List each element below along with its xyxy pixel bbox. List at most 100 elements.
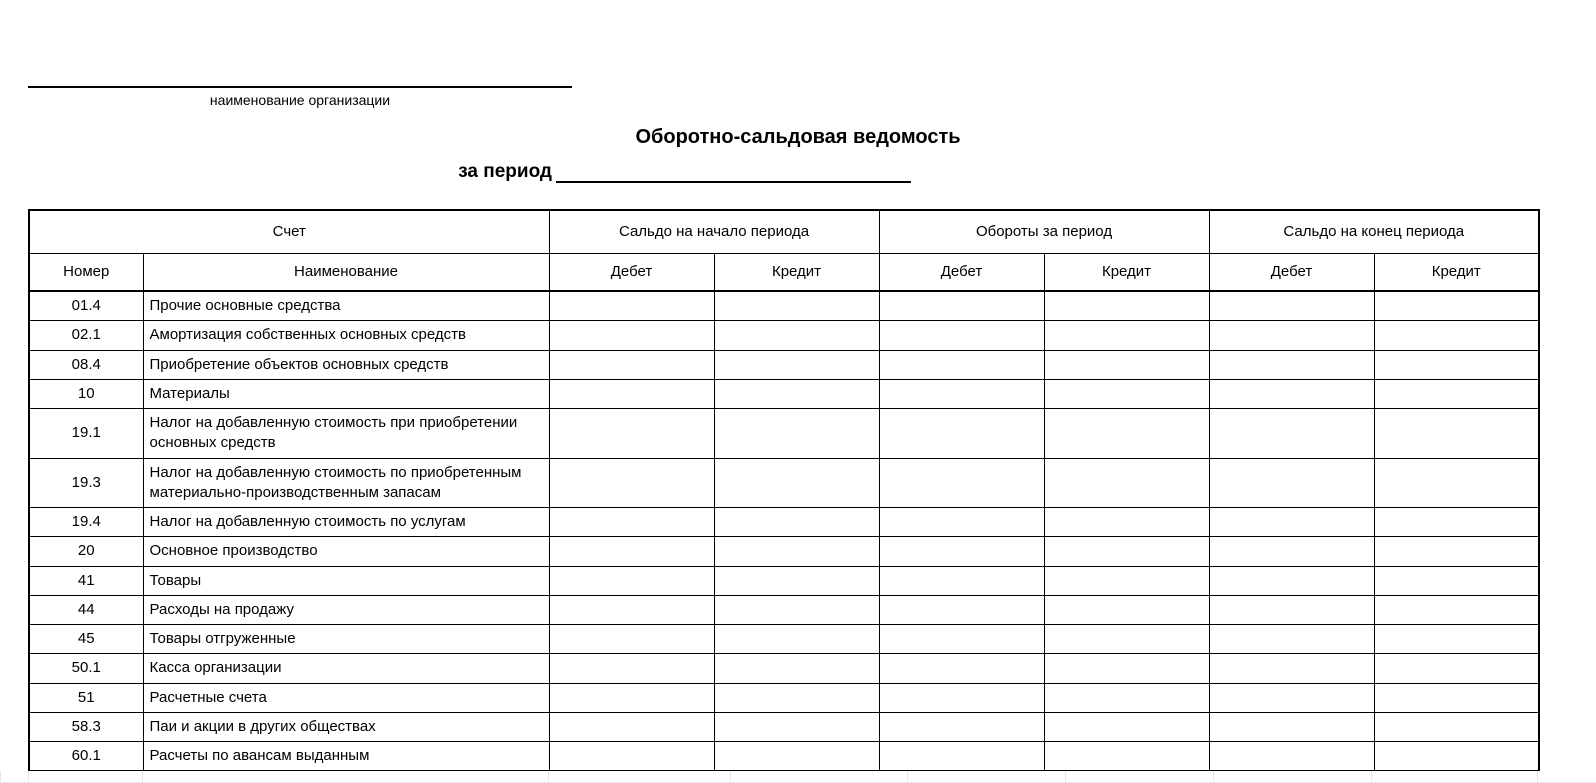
cell-value[interactable]: [1209, 712, 1374, 741]
cell-value[interactable]: [549, 683, 714, 712]
cell-value[interactable]: [1209, 409, 1374, 459]
cell-value[interactable]: [879, 350, 1044, 379]
cell-value[interactable]: [549, 508, 714, 537]
cell-value[interactable]: [879, 683, 1044, 712]
cell-value[interactable]: [1044, 321, 1209, 350]
cell-value[interactable]: [714, 409, 879, 459]
cell-account-name[interactable]: Налог на добавленную стоимость по приобр…: [143, 458, 549, 508]
cell-account-name[interactable]: Приобретение объектов основных средств: [143, 350, 549, 379]
cell-value[interactable]: [549, 409, 714, 459]
cell-value[interactable]: [1209, 654, 1374, 683]
cell-value[interactable]: [549, 350, 714, 379]
cell-value[interactable]: [714, 350, 879, 379]
cell-value[interactable]: [1209, 537, 1374, 566]
cell-value[interactable]: [1209, 350, 1374, 379]
cell-value[interactable]: [1374, 508, 1539, 537]
cell-value[interactable]: [714, 712, 879, 741]
cell-value[interactable]: [879, 595, 1044, 624]
cell-account-number[interactable]: 58.3: [29, 712, 143, 741]
cell-value[interactable]: [879, 291, 1044, 321]
cell-account-number[interactable]: 45: [29, 625, 143, 654]
cell-value[interactable]: [714, 595, 879, 624]
cell-value[interactable]: [549, 654, 714, 683]
cell-value[interactable]: [1044, 379, 1209, 408]
cell-value[interactable]: [549, 321, 714, 350]
cell-account-number[interactable]: 10: [29, 379, 143, 408]
cell-account-name[interactable]: Основное производство: [143, 537, 549, 566]
cell-account-name[interactable]: Налог на добавленную стоимость по услуга…: [143, 508, 549, 537]
cell-value[interactable]: [879, 566, 1044, 595]
cell-value[interactable]: [1374, 683, 1539, 712]
cell-value[interactable]: [1374, 742, 1539, 771]
cell-value[interactable]: [1374, 409, 1539, 459]
organization-name-field[interactable]: [28, 0, 572, 88]
cell-value[interactable]: [1209, 625, 1374, 654]
cell-value[interactable]: [879, 625, 1044, 654]
cell-value[interactable]: [1044, 458, 1209, 508]
cell-value[interactable]: [1374, 654, 1539, 683]
cell-account-name[interactable]: Расходы на продажу: [143, 595, 549, 624]
cell-value[interactable]: [1044, 595, 1209, 624]
cell-value[interactable]: [1044, 409, 1209, 459]
cell-value[interactable]: [1209, 379, 1374, 408]
cell-account-number[interactable]: 08.4: [29, 350, 143, 379]
cell-value[interactable]: [1209, 566, 1374, 595]
cell-account-name[interactable]: Прочие основные средства: [143, 291, 549, 321]
cell-value[interactable]: [714, 654, 879, 683]
cell-value[interactable]: [1374, 595, 1539, 624]
cell-account-number[interactable]: 19.3: [29, 458, 143, 508]
cell-value[interactable]: [549, 291, 714, 321]
cell-value[interactable]: [1044, 537, 1209, 566]
cell-value[interactable]: [1209, 508, 1374, 537]
cell-value[interactable]: [714, 508, 879, 537]
cell-value[interactable]: [1044, 508, 1209, 537]
cell-value[interactable]: [549, 595, 714, 624]
cell-value[interactable]: [714, 742, 879, 771]
cell-value[interactable]: [549, 712, 714, 741]
cell-value[interactable]: [879, 458, 1044, 508]
cell-value[interactable]: [1209, 458, 1374, 508]
cell-value[interactable]: [714, 625, 879, 654]
cell-value[interactable]: [714, 458, 879, 508]
cell-account-number[interactable]: 02.1: [29, 321, 143, 350]
cell-value[interactable]: [879, 379, 1044, 408]
cell-account-name[interactable]: Товары отгруженные: [143, 625, 549, 654]
cell-value[interactable]: [1044, 654, 1209, 683]
cell-account-name[interactable]: Расчетные счета: [143, 683, 549, 712]
cell-value[interactable]: [714, 291, 879, 321]
cell-account-number[interactable]: 51: [29, 683, 143, 712]
cell-value[interactable]: [714, 321, 879, 350]
cell-value[interactable]: [714, 537, 879, 566]
cell-value[interactable]: [1044, 566, 1209, 595]
cell-account-name[interactable]: Паи и акции в других обществах: [143, 712, 549, 741]
cell-value[interactable]: [549, 379, 714, 408]
cell-account-number[interactable]: 19.4: [29, 508, 143, 537]
cell-value[interactable]: [1044, 742, 1209, 771]
cell-value[interactable]: [549, 537, 714, 566]
cell-value[interactable]: [1374, 537, 1539, 566]
cell-value[interactable]: [1209, 321, 1374, 350]
cell-account-number[interactable]: 60.1: [29, 742, 143, 771]
cell-value[interactable]: [879, 712, 1044, 741]
cell-value[interactable]: [1374, 625, 1539, 654]
cell-account-number[interactable]: 19.1: [29, 409, 143, 459]
cell-value[interactable]: [549, 458, 714, 508]
cell-account-number[interactable]: 50.1: [29, 654, 143, 683]
cell-value[interactable]: [879, 742, 1044, 771]
cell-value[interactable]: [879, 409, 1044, 459]
cell-value[interactable]: [1374, 350, 1539, 379]
cell-value[interactable]: [1209, 742, 1374, 771]
cell-value[interactable]: [714, 566, 879, 595]
cell-value[interactable]: [1374, 712, 1539, 741]
cell-value[interactable]: [1374, 291, 1539, 321]
cell-value[interactable]: [879, 537, 1044, 566]
cell-account-name[interactable]: Амортизация собственных основных средств: [143, 321, 549, 350]
cell-value[interactable]: [549, 625, 714, 654]
cell-value[interactable]: [1044, 683, 1209, 712]
cell-value[interactable]: [879, 654, 1044, 683]
cell-value[interactable]: [1374, 458, 1539, 508]
cell-value[interactable]: [1044, 291, 1209, 321]
cell-account-number[interactable]: 01.4: [29, 291, 143, 321]
cell-value[interactable]: [1374, 379, 1539, 408]
cell-value[interactable]: [549, 566, 714, 595]
